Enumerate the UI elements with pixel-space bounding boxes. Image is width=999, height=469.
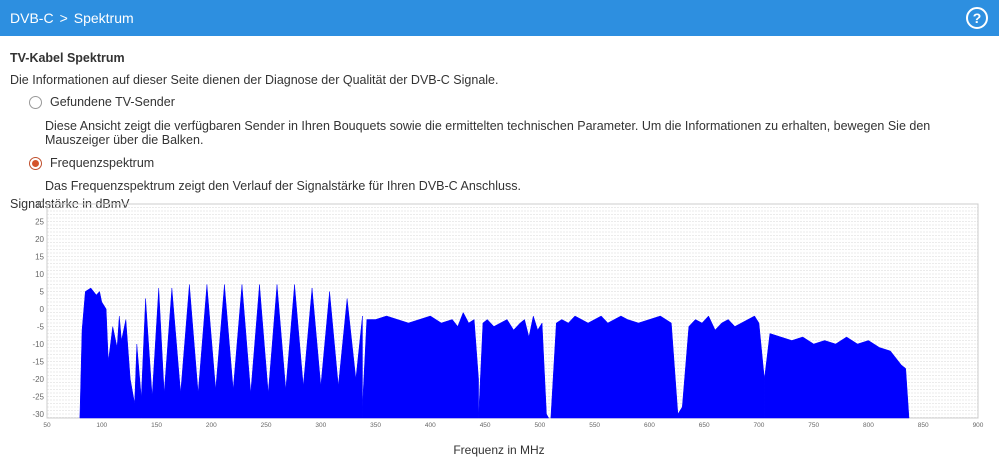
x-tick-label: 100: [96, 422, 107, 429]
y-tick-label: -20: [32, 375, 44, 384]
option-frequenzspektrum[interactable]: Frequenzspektrum: [29, 156, 990, 170]
x-tick-label: 550: [589, 422, 600, 429]
y-tick-label: 10: [35, 270, 44, 279]
y-tick-label: -25: [32, 393, 44, 402]
x-tick-label: 650: [699, 422, 710, 429]
x-tick-label: 400: [425, 422, 436, 429]
x-tick-label: 850: [918, 422, 929, 429]
x-tick-label: 200: [206, 422, 217, 429]
breadcrumb-current: Spektrum: [73, 10, 134, 26]
chart-xlabel: Frequenz in MHz: [453, 443, 544, 457]
spectrum-segment-6[interactable]: [764, 333, 910, 419]
y-tick-label: -30: [32, 410, 44, 419]
x-tick-label: 900: [973, 422, 984, 429]
option-frequenzspektrum-description: Das Frequenzspektrum zeigt den Verlauf d…: [45, 179, 521, 193]
top-bar: DVB-C > Spektrum ?: [0, 0, 999, 36]
radio-tv-sender[interactable]: [29, 95, 42, 109]
spectrum-segment-4[interactable]: [550, 315, 683, 419]
x-tick-label: 700: [754, 422, 765, 429]
spectrum-segment-2[interactable]: [362, 311, 479, 419]
option-frequenzspektrum-label: Frequenzspektrum: [50, 156, 155, 170]
spectrum-segment-0[interactable]: [79, 287, 142, 419]
option-tv-sender[interactable]: Gefundene TV-Sender: [29, 95, 990, 109]
x-tick-label: 50: [43, 422, 51, 429]
main-content: TV-Kabel Spektrum Die Informationen auf …: [10, 48, 990, 211]
x-tick-label: 800: [863, 422, 874, 429]
x-tick-label: 500: [534, 422, 545, 429]
breadcrumb: DVB-C > Spektrum: [0, 10, 134, 26]
x-tick-label: 300: [315, 422, 326, 429]
intro-text: Die Informationen auf dieser Seite diene…: [10, 73, 499, 87]
y-tick-label: 20: [35, 235, 44, 244]
breadcrumb-parent[interactable]: DVB-C: [10, 10, 54, 26]
breadcrumb-separator: >: [59, 10, 68, 26]
help-button[interactable]: ?: [966, 7, 988, 29]
x-tick-label: 250: [261, 422, 272, 429]
y-tick-label: 0: [40, 305, 45, 314]
x-tick-label: 750: [808, 422, 819, 429]
x-tick-label: 450: [480, 422, 491, 429]
x-tick-label: 150: [151, 422, 162, 429]
option-tv-sender-label: Gefundene TV-Sender: [50, 95, 175, 109]
spectrum-segment-3[interactable]: [478, 315, 550, 419]
y-tick-label: 15: [35, 253, 44, 262]
option-tv-sender-description: Diese Ansicht zeigt die verfügbaren Send…: [45, 119, 931, 147]
radio-frequenzspektrum[interactable]: [29, 156, 42, 170]
y-tick-label: 5: [40, 288, 45, 297]
page-title: TV-Kabel Spektrum: [10, 51, 125, 65]
x-tick-label: 600: [644, 422, 655, 429]
y-tick-label: -5: [37, 323, 45, 332]
y-tick-label: -10: [32, 340, 44, 349]
x-tick-label: 350: [370, 422, 381, 429]
spectrum-chart: 302520151050-5-10-15-20-25-30 50 100 150 20…: [32, 200, 984, 457]
y-tick-label: -15: [32, 358, 44, 367]
y-tick-label: 25: [35, 218, 44, 227]
spectrum-segment-5[interactable]: [682, 315, 765, 419]
y-tick-label: 30: [35, 200, 44, 209]
